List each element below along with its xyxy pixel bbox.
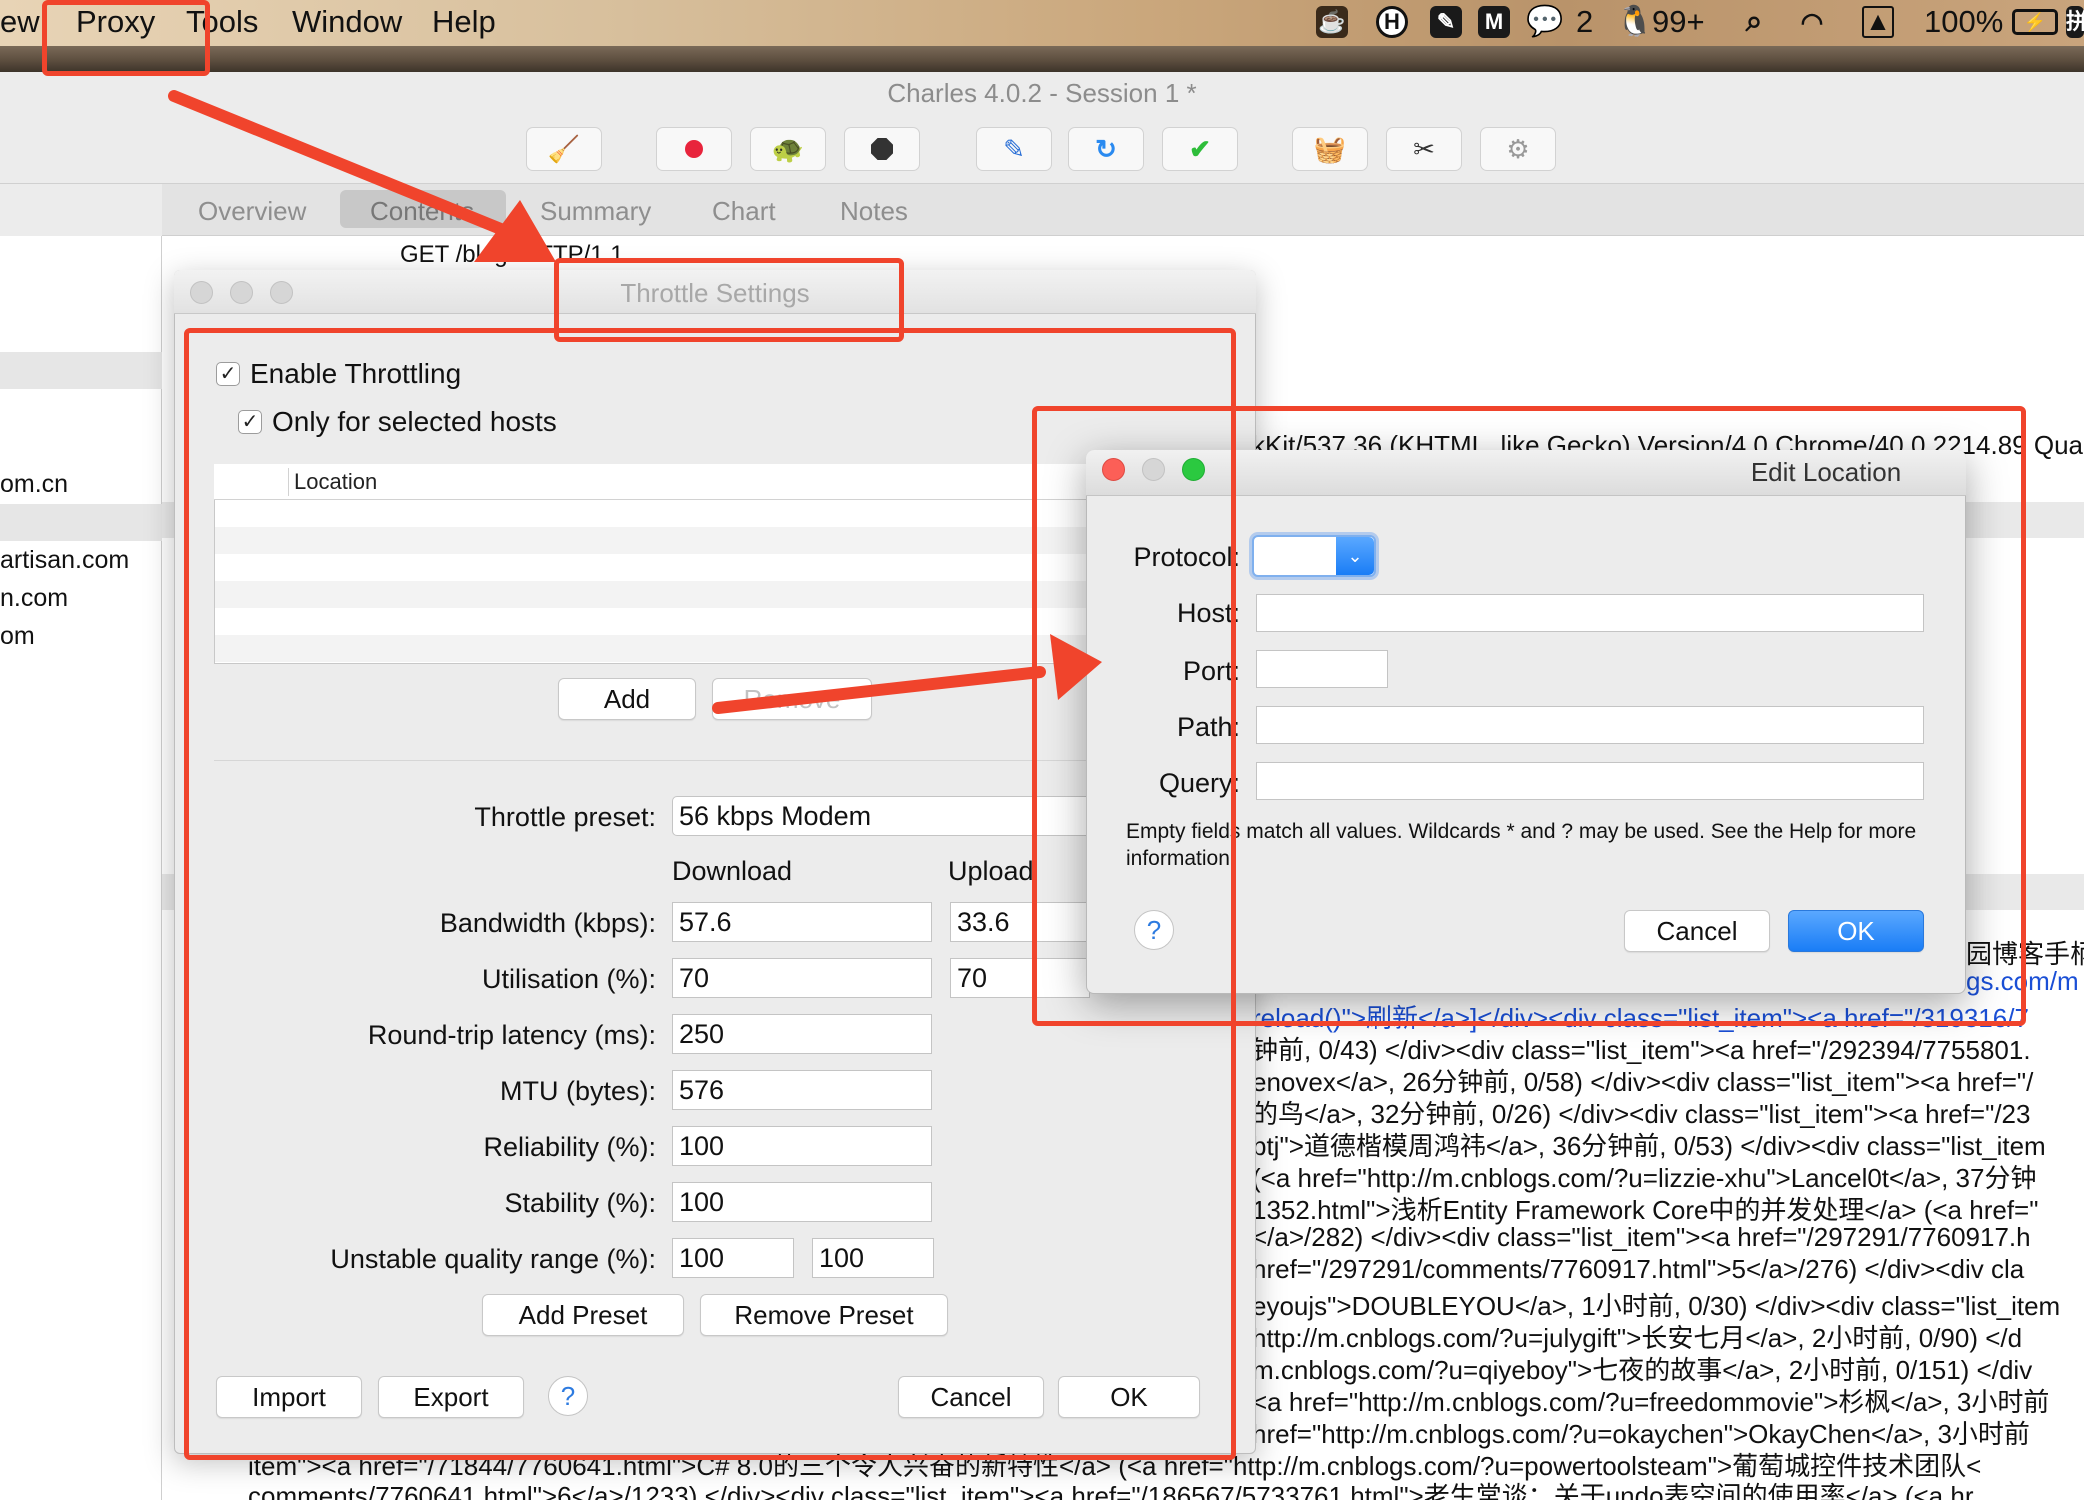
annotation-arrows <box>168 90 1102 714</box>
arrow-to-edit-location <box>712 634 1102 714</box>
arrow-to-throttle <box>168 90 556 262</box>
